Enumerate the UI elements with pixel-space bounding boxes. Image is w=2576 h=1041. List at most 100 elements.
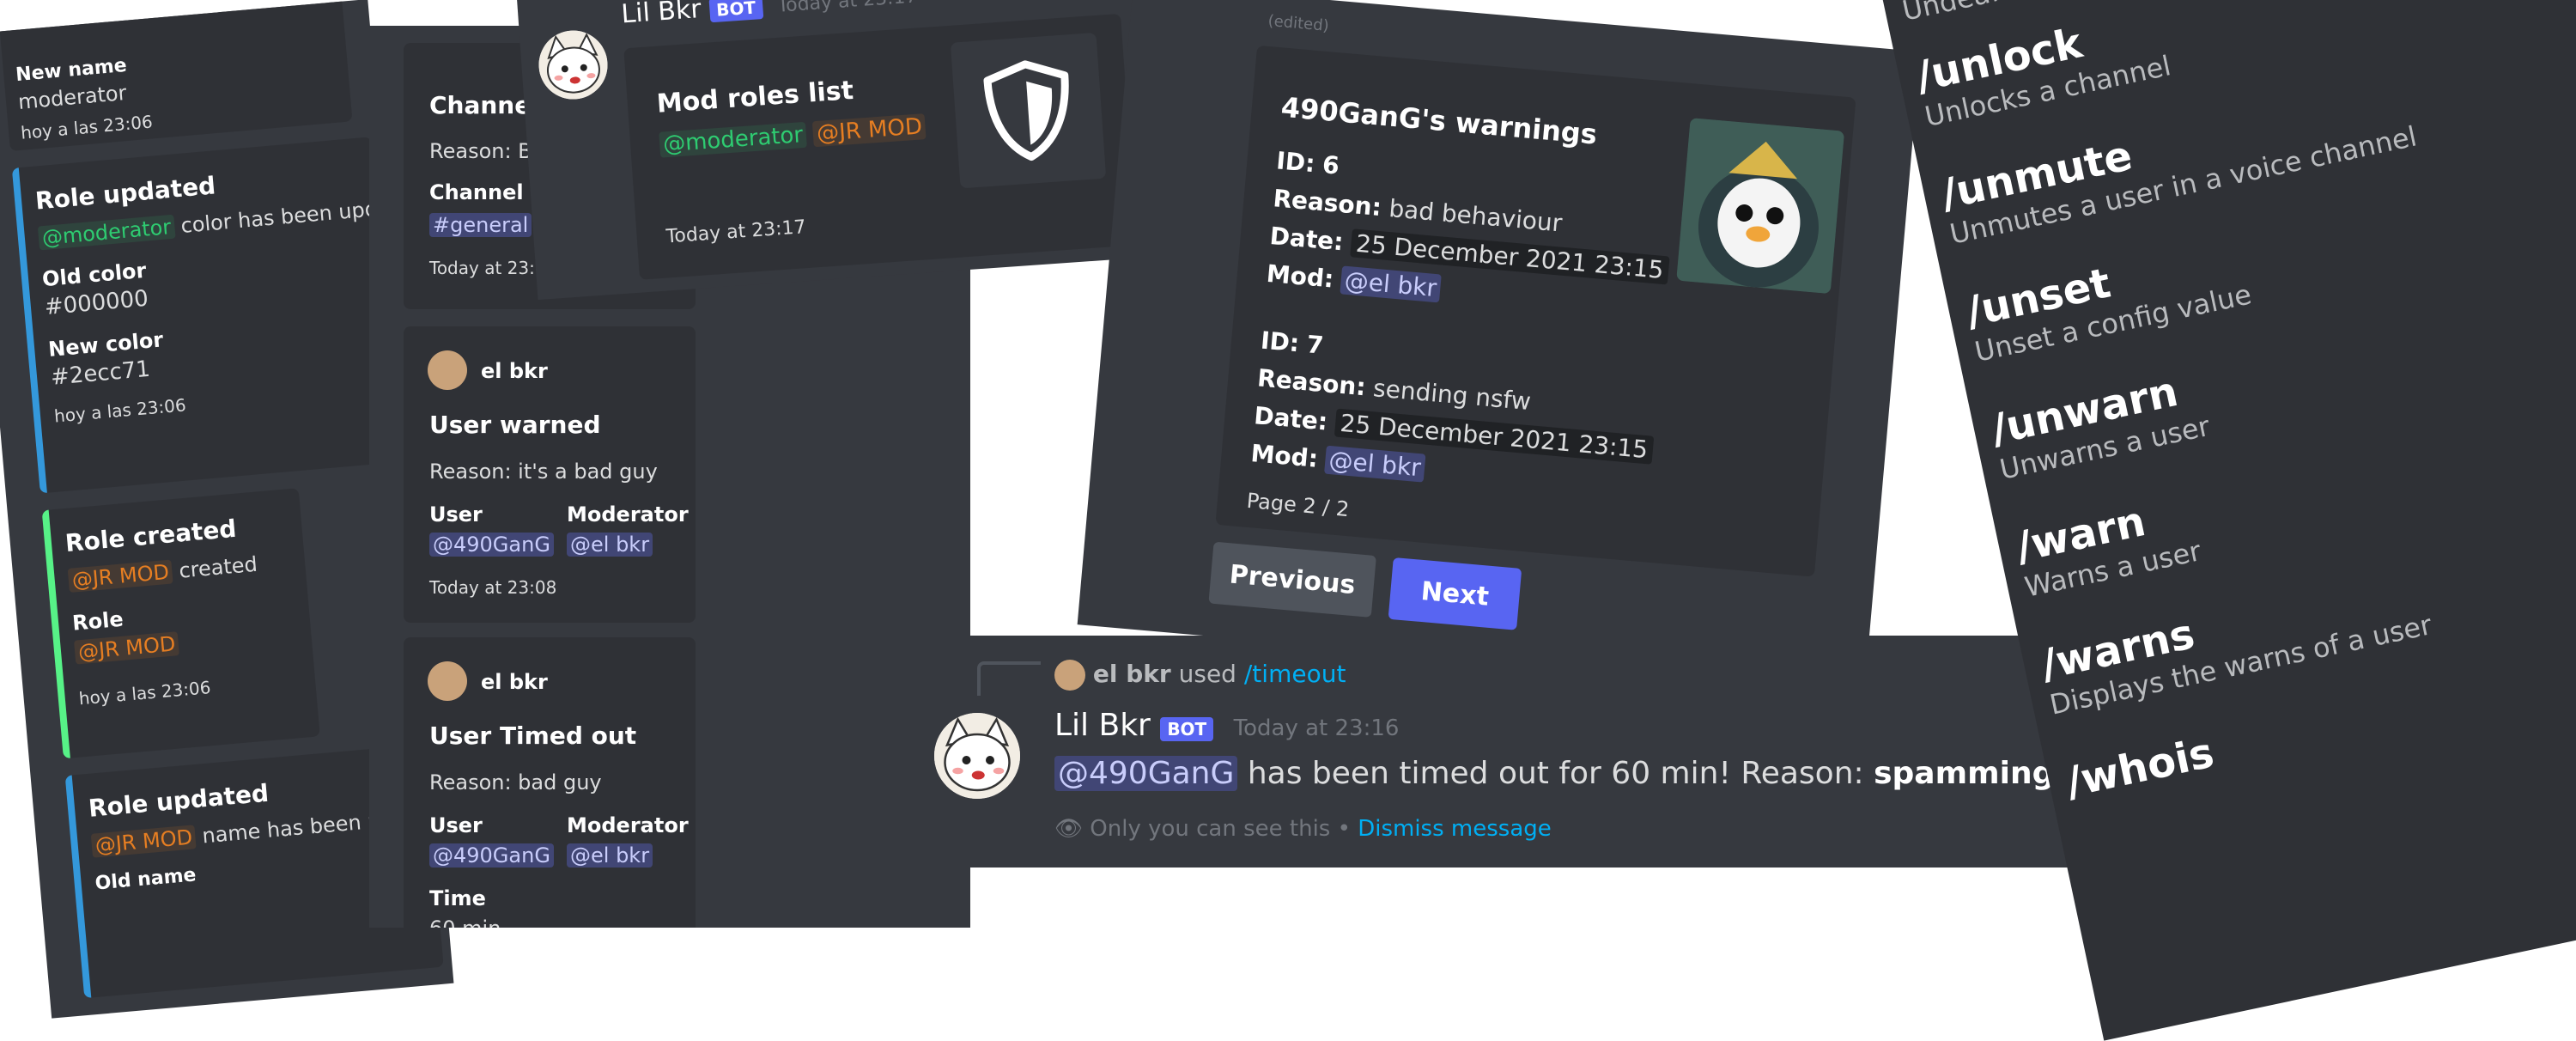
embed-reason: Reason: bad guy [429,770,602,794]
user-field-label: User [429,813,483,837]
user-field-value: @490GanG [429,533,554,557]
author-avatar [428,350,467,390]
moderator-field-value: @el bkr [567,533,653,557]
command-item[interactable]: /whois [2062,728,2218,807]
embed-timestamp: Today at 23:0 [429,258,546,278]
previous-button[interactable]: Previous [1208,541,1376,618]
user-mention[interactable]: @490GanG [1054,756,1238,791]
embed-field-value: moderator [16,80,128,114]
next-button[interactable]: Next [1388,557,1522,630]
role-mention[interactable]: @moderator [37,214,176,251]
message-content: @490GanG has been timed out for 60 min! … [1054,756,2054,791]
reply-reference: el bkr used /timeout [1054,660,1346,691]
warnings-panel: (edited) 490GanG's warnings ID: 6 Reason… [1077,0,1921,694]
moderator-field-label: Moderator [567,502,689,527]
mod-roles-embed: Mod roles list @moderator @JR MOD Today … [623,13,1137,280]
role-mention[interactable]: @moderator [659,121,808,158]
edited-indicator: (edited) [1267,11,1330,35]
author-avatar [428,661,467,701]
user-mention[interactable]: @el bkr [1324,445,1426,483]
role-mention[interactable]: @JR MOD [812,113,927,148]
channel-field-value: #general [429,213,532,237]
bot-username[interactable]: Lil Bkr [1054,708,1151,743]
channel-mention[interactable]: #general [429,213,532,237]
user-mention[interactable]: @el bkr [567,843,653,868]
embed-color-bar [11,167,47,494]
message-header: Lil Bkr BOT Today at 23:17 [620,0,918,29]
role-mention[interactable]: @JR MOD [73,631,180,665]
moderator-field-label: Moderator [567,813,689,837]
command-name: /whois [2062,728,2219,807]
bot-username[interactable]: Lil Bkr [620,0,702,29]
bot-badge: BOT [1160,717,1214,741]
date-label: Date: [1268,222,1345,257]
command-item[interactable]: /unset Unset a config value [1962,231,2254,368]
embed-description: @JR MOD created [67,551,258,593]
reply-command[interactable]: /timeout [1244,660,1346,688]
warnings-embed: 490GanG's warnings ID: 6 Reason: bad beh… [1215,45,1856,577]
reply-spine [977,661,1041,696]
embed-author: el bkr [481,670,548,694]
id-label: ID: [1275,146,1316,179]
role-mention[interactable]: @JR MOD [90,825,197,858]
embed-desc-text: name has been up [201,807,395,849]
audit-embed-partial: New name moderator hoy a las 23:06 [0,0,353,151]
slash-commands-panel: Undeafe /unlock Unlocks a channel /unmut… [1872,0,2576,1041]
role-updated-embed: Role updated @moderator color has been u… [11,137,425,494]
user-mention[interactable]: @el bkr [1340,265,1442,303]
embed-desc-text: created [178,551,258,583]
embed-timestamp: hoy a las 23:06 [53,394,187,427]
user-field-value: @490GanG [429,843,554,868]
embed-timestamp: hoy a las 23:06 [20,111,154,143]
user-mention[interactable]: @490GanG [429,533,554,557]
message-reason: spamming [1874,756,2055,791]
command-partial: Undeafe [1899,0,2019,27]
time-field-label: Time [429,886,486,910]
embed-footer: Today at 23:17 [665,216,807,248]
cat-avatar-icon [934,713,1020,799]
warning-id: 7 [1305,330,1325,360]
ephemeral-text: Only you can see this • [1090,816,1351,842]
embed-title: Role created [64,514,238,558]
ephemeral-note: 👁 Only you can see this • Dismiss messag… [1054,816,1552,842]
embed-title: 490GanG's warnings [1279,90,1599,151]
user-field-label: User [429,502,483,527]
message-timestamp: Today at 23:16 [1233,715,1400,741]
shield-icon [983,60,1069,161]
user-timed-out-embed: el bkr User Timed out Reason: bad guy Us… [404,637,696,928]
message-text: has been timed out for 60 min! Reason: [1247,756,1864,791]
warning-item: ID: 7 Reason: sending nsfw Date: 25 Dece… [1249,322,1662,508]
embed-thumbnail [1676,118,1845,295]
user-mention[interactable]: @490GanG [429,843,554,868]
user-mention[interactable]: @el bkr [567,533,653,557]
bot-avatar [536,27,611,102]
command-item[interactable]: /unwarn Unwarns a user [1987,362,2213,486]
reason-label: Reason: [1272,184,1383,222]
date-label: Date: [1253,401,1329,436]
reply-avatar [1054,660,1085,691]
command-item[interactable]: /warn Warns a user [2012,487,2203,604]
dismiss-link[interactable]: Dismiss message [1358,816,1552,842]
eye-icon: 👁 [1054,816,1084,842]
message-header: Lil Bkr BOT Today at 23:16 [1054,708,1399,743]
embed-timestamp: hoy a las 23:06 [77,677,212,709]
reply-username[interactable]: el bkr [1093,660,1171,688]
message-timestamp: Today at 23:17 [776,0,919,17]
id-label: ID: [1259,326,1301,358]
embed-color-bar [64,775,92,999]
old-name-label: Old name [94,864,197,895]
embed-title: Role updated [87,778,270,823]
reason-label: Reason: [1256,363,1367,402]
moderator-field-value: @el bkr [567,843,653,868]
role-field-value: @JR MOD [73,631,180,665]
command-item[interactable]: /unlock Unlocks a channel [1912,2,2174,133]
embed-title: User Timed out [429,721,637,750]
penguin-image [1676,118,1845,295]
warning-id: 6 [1321,150,1341,180]
role-field-label: Role [71,606,125,636]
role-mention[interactable]: @JR MOD [67,559,174,593]
user-warned-embed: el bkr User warned Reason: it's a bad gu… [404,326,696,623]
reply-used: used [1178,660,1236,688]
role-created-embed: Role created @JR MOD created Role @JR MO… [41,488,320,759]
bot-avatar [934,713,1020,799]
